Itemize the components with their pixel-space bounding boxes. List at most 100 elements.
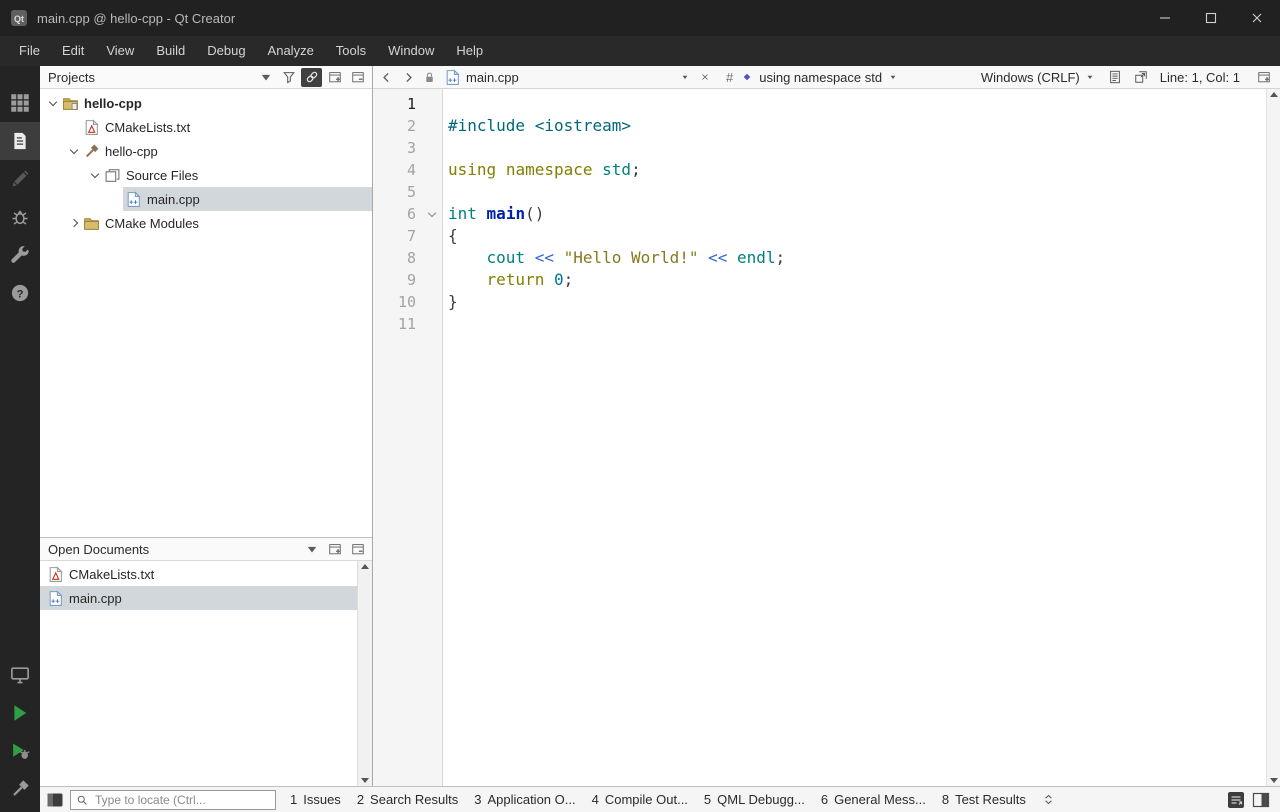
maximize-button[interactable] bbox=[1188, 0, 1234, 36]
progress-details-button[interactable] bbox=[1226, 790, 1245, 809]
mode-edit[interactable] bbox=[0, 122, 40, 160]
output-pane-search-results[interactable]: 2Search Results bbox=[349, 787, 466, 812]
open-doc-cmakelists-txt[interactable]: CMakeLists.txt bbox=[40, 562, 357, 586]
code-token bbox=[525, 248, 535, 267]
go-back-button[interactable] bbox=[376, 67, 396, 87]
mode-projects[interactable] bbox=[0, 236, 40, 274]
sync-with-editor-button[interactable] bbox=[301, 68, 322, 87]
tree-item-source-files[interactable]: Source Files bbox=[40, 163, 372, 187]
locator[interactable] bbox=[70, 790, 276, 810]
code-line[interactable]: cout << "Hello World!" << endl; bbox=[448, 247, 1266, 269]
menu-build[interactable]: Build bbox=[145, 36, 196, 66]
tree-item-hello-cpp[interactable]: hello-cpp bbox=[40, 139, 372, 163]
scroll-up-icon[interactable] bbox=[361, 564, 369, 569]
split-button[interactable] bbox=[324, 68, 345, 87]
menu-debug[interactable]: Debug bbox=[196, 36, 256, 66]
menu-tools[interactable]: Tools bbox=[325, 36, 377, 66]
code-token: using bbox=[448, 160, 496, 179]
menu-edit[interactable]: Edit bbox=[51, 36, 95, 66]
code-line[interactable]: { bbox=[448, 225, 1266, 247]
open-documents-body: CMakeLists.txt++main.cpp bbox=[40, 561, 372, 786]
toggle-left-sidebar-button[interactable] bbox=[45, 790, 64, 809]
file-encoding-icon[interactable] bbox=[1132, 68, 1151, 87]
menu-window[interactable]: Window bbox=[377, 36, 445, 66]
panel-dropdown-button[interactable] bbox=[301, 540, 322, 559]
tree-item-cmakelists-txt[interactable]: CMakeLists.txt bbox=[40, 115, 372, 139]
output-pane-label: Search Results bbox=[370, 792, 458, 807]
split-editor-button[interactable] bbox=[1253, 68, 1274, 87]
output-pane-qml-debugg[interactable]: 5QML Debugg... bbox=[696, 787, 813, 812]
chevron-down-icon[interactable] bbox=[67, 144, 81, 158]
code-line[interactable] bbox=[448, 137, 1266, 159]
code-line[interactable]: return 0; bbox=[448, 269, 1266, 291]
tree-indent bbox=[40, 127, 67, 128]
editor-body: 1234567891011 #include <iostream>using n… bbox=[373, 89, 1280, 786]
mode-debug[interactable] bbox=[0, 198, 40, 236]
close-split-button[interactable] bbox=[347, 540, 368, 559]
code-token: "Hello World!" bbox=[564, 248, 699, 267]
chevron-right-icon[interactable] bbox=[67, 216, 81, 230]
monitor-icon bbox=[10, 665, 30, 685]
document-properties-icon[interactable] bbox=[1106, 68, 1125, 87]
playdebug-icon bbox=[10, 741, 30, 761]
open-documents-panel: Open Documents CMakeLists.txt++main.cpp bbox=[40, 537, 372, 786]
menu-view[interactable]: View bbox=[95, 36, 145, 66]
split-button[interactable] bbox=[324, 540, 345, 559]
code-token: ; bbox=[776, 248, 786, 267]
mode-help[interactable]: ? bbox=[0, 274, 40, 312]
mode-welcome[interactable] bbox=[0, 84, 40, 122]
symbol-context-dropdown[interactable]: using namespace std bbox=[735, 70, 979, 85]
menu-file[interactable]: File bbox=[8, 36, 51, 66]
tree-item-main-cpp[interactable]: ++main.cpp bbox=[40, 187, 372, 211]
chevron-down-icon[interactable] bbox=[46, 96, 60, 110]
mode-design[interactable] bbox=[0, 160, 40, 198]
open-documents-scrollbar[interactable] bbox=[357, 561, 372, 786]
open-doc-main-cpp[interactable]: ++main.cpp bbox=[40, 586, 357, 610]
fold-marker-icon[interactable] bbox=[425, 207, 439, 221]
fold-column[interactable] bbox=[422, 207, 442, 221]
mode-run[interactable] bbox=[0, 694, 40, 732]
mode-debug-run[interactable] bbox=[0, 732, 40, 770]
mode-build[interactable] bbox=[0, 770, 40, 808]
filter-button[interactable] bbox=[278, 68, 299, 87]
output-pane-general-mess[interactable]: 6General Mess... bbox=[813, 787, 934, 812]
code-line[interactable] bbox=[448, 313, 1266, 335]
close-split-button[interactable] bbox=[347, 68, 368, 87]
tree-item-content: ++main.cpp bbox=[123, 187, 372, 211]
code-token: 0 bbox=[554, 270, 564, 289]
close-button[interactable] bbox=[1234, 0, 1280, 36]
code-line[interactable]: } bbox=[448, 291, 1266, 313]
scroll-down-icon[interactable] bbox=[1270, 778, 1278, 783]
minimize-button[interactable] bbox=[1142, 0, 1188, 36]
menu-help[interactable]: Help bbox=[445, 36, 494, 66]
code-token bbox=[477, 204, 487, 223]
panel-dropdown-button[interactable] bbox=[255, 68, 276, 87]
tree-item-hello-cpp[interactable]: hello-cpp bbox=[40, 91, 372, 115]
mode-kit-selector[interactable] bbox=[0, 656, 40, 694]
output-pane-application-o[interactable]: 3Application O... bbox=[466, 787, 583, 812]
toggle-right-sidebar-button[interactable] bbox=[1251, 790, 1270, 809]
line-ending-dropdown[interactable]: Windows (CRLF) bbox=[981, 70, 1095, 85]
context-diamond-icon bbox=[741, 71, 753, 83]
output-pane-compile-out[interactable]: 4Compile Out... bbox=[584, 787, 696, 812]
code-token: main bbox=[487, 204, 526, 223]
code-line[interactable]: #include <iostream> bbox=[448, 115, 1266, 137]
output-pane-test-results[interactable]: 8Test Results bbox=[934, 787, 1034, 812]
menu-analyze[interactable]: Analyze bbox=[257, 36, 325, 66]
close-document-button[interactable] bbox=[696, 68, 714, 86]
open-document-dropdown[interactable]: ++ main.cpp bbox=[440, 67, 694, 88]
output-pane-issues[interactable]: 1Issues bbox=[282, 787, 349, 812]
output-pane-updown-icon[interactable] bbox=[1040, 791, 1058, 809]
code-line[interactable]: int main() bbox=[448, 203, 1266, 225]
editor-code[interactable]: #include <iostream> using namespace std; i… bbox=[443, 89, 1266, 786]
code-line[interactable]: using namespace std; bbox=[448, 159, 1266, 181]
chevron-down-icon[interactable] bbox=[88, 168, 102, 182]
tree-item-cmake-modules[interactable]: CMake Modules bbox=[40, 211, 372, 235]
scroll-up-icon[interactable] bbox=[1270, 92, 1278, 97]
code-line[interactable] bbox=[448, 93, 1266, 115]
go-forward-button[interactable] bbox=[398, 67, 418, 87]
locator-input[interactable] bbox=[93, 792, 270, 808]
scroll-down-icon[interactable] bbox=[361, 778, 369, 783]
code-line[interactable] bbox=[448, 181, 1266, 203]
editor-scrollbar[interactable] bbox=[1266, 89, 1280, 786]
